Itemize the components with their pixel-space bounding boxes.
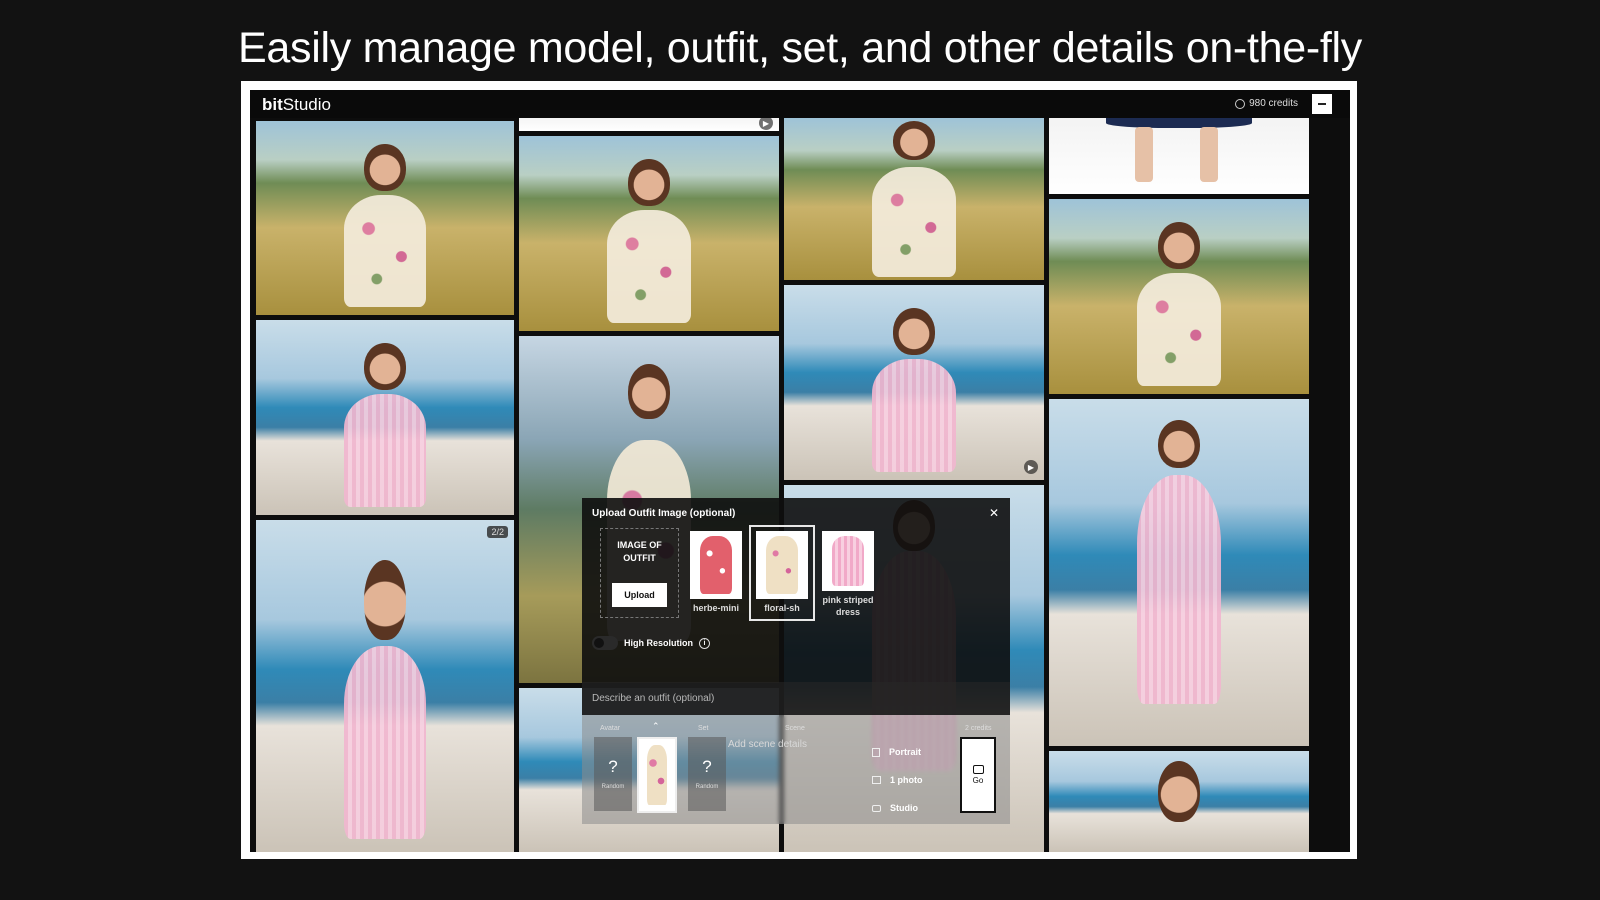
top-bar: bitStudio 980 credits <box>250 90 1350 118</box>
gallery-photo[interactable] <box>784 118 1044 280</box>
variant-badge: 2/2 <box>487 526 508 538</box>
orientation-option[interactable]: Portrait <box>872 747 921 757</box>
set-header: Set <box>698 725 709 732</box>
scene-details-input[interactable] <box>728 737 858 751</box>
skirt-shape <box>1106 118 1252 129</box>
outfit-thumb-image <box>822 531 874 591</box>
gallery-photo[interactable] <box>1049 199 1309 394</box>
outfit-thumb-label: herbe-mini <box>692 603 739 613</box>
model-head <box>364 559 406 640</box>
model-head <box>364 144 406 191</box>
model-head <box>364 343 406 391</box>
image-icon <box>872 776 881 784</box>
dress-shape <box>607 210 691 324</box>
high-resolution-label: High Resolution <box>624 638 693 648</box>
upload-panel-title: Upload Outfit Image (optional) <box>592 508 736 519</box>
camera-icon <box>872 804 881 812</box>
gallery-photo[interactable]: ▶ <box>784 285 1044 480</box>
model-head <box>893 308 935 356</box>
question-icon: ? <box>702 757 712 776</box>
style-option[interactable]: Studio <box>872 803 918 813</box>
gallery-photo[interactable] <box>256 320 514 515</box>
app-window: bitStudio 980 credits 2/2 ▶ ▶ Upload Out… <box>250 90 1350 852</box>
gallery-photo[interactable] <box>1049 751 1309 852</box>
outfit-thumb[interactable]: pink striped dress <box>815 525 881 621</box>
info-icon[interactable]: i <box>699 637 710 649</box>
dress-shape <box>343 394 427 508</box>
generation-composer: Avatar ⌃ Set Scene 2 credits ? Random ? … <box>582 715 1010 824</box>
high-resolution-row: High Resolution i <box>592 636 710 650</box>
cost-label: 2 credits <box>965 725 992 732</box>
portrait-icon <box>872 747 880 757</box>
play-icon[interactable]: ▶ <box>759 118 773 130</box>
credits-label: 980 credits <box>1249 98 1298 109</box>
model-head <box>1158 419 1200 469</box>
photo-count-label: 1 photo <box>890 775 923 785</box>
go-label: Go <box>972 776 984 785</box>
outfit-thumb-image <box>756 531 808 599</box>
dress-shape <box>832 536 864 586</box>
minus-icon <box>1318 103 1326 105</box>
outfit-thumb-selected[interactable]: floral-sh <box>749 525 815 621</box>
model-head <box>1158 222 1200 270</box>
orientation-label: Portrait <box>889 747 922 757</box>
outfit-slot-selected[interactable] <box>637 737 677 813</box>
gallery-photo[interactable] <box>1049 118 1309 194</box>
leg-shape <box>1199 126 1218 182</box>
coin-icon <box>1235 98 1246 109</box>
logo-bold: bit <box>262 95 283 114</box>
dress-shape <box>872 166 956 277</box>
random-label: Random <box>601 784 625 790</box>
play-icon[interactable]: ▶ <box>1024 460 1038 474</box>
dress-shape <box>766 536 798 594</box>
scene-header: Scene <box>785 725 805 732</box>
style-label: Studio <box>890 803 918 813</box>
close-icon[interactable]: ✕ <box>986 505 1002 521</box>
model-head <box>1158 761 1200 822</box>
gallery-photo[interactable] <box>519 136 779 331</box>
upload-button[interactable]: Upload <box>612 583 667 607</box>
dress-shape <box>872 359 956 473</box>
gallery-photo[interactable] <box>256 121 514 315</box>
dress-shape <box>1137 475 1221 705</box>
random-label: Random <box>695 784 719 790</box>
dress-shape <box>1137 273 1221 387</box>
headline: Easily manage model, outfit, set, and ot… <box>238 24 1362 72</box>
gallery-photo[interactable]: 2/2 <box>256 520 514 852</box>
outfit-description-input[interactable] <box>582 682 1010 715</box>
gallery-photo[interactable]: ▶ <box>519 118 779 131</box>
go-button[interactable]: Go <box>960 737 996 813</box>
dress-shape <box>700 536 732 594</box>
chevron-up-icon[interactable]: ⌃ <box>652 721 660 732</box>
photo-count-option[interactable]: 1 photo <box>872 775 923 785</box>
avatar-header: Avatar <box>600 725 621 732</box>
outfit-thumb[interactable]: herbe-mini <box>683 525 749 621</box>
model-head <box>628 159 670 207</box>
dress-shape <box>343 194 427 308</box>
dropzone-label: IMAGE OF OUTFIT <box>617 540 662 563</box>
dress-shape <box>343 646 427 839</box>
logo-text: Studio <box>282 95 331 114</box>
outfit-thumb-label: pink striped dress <box>822 595 874 616</box>
leg-shape <box>1134 126 1153 182</box>
avatar-random-slot[interactable]: ? Random <box>594 737 632 811</box>
set-random-slot[interactable]: ? Random <box>688 737 726 811</box>
camera-icon <box>972 765 984 774</box>
outfit-thumb-image <box>690 531 742 599</box>
question-icon: ? <box>608 757 618 776</box>
gallery-photo[interactable] <box>1049 399 1309 746</box>
model-head <box>893 121 935 161</box>
menu-button[interactable] <box>1312 94 1332 114</box>
model-head <box>628 363 670 420</box>
credits-display[interactable]: 980 credits <box>1235 98 1298 109</box>
high-resolution-toggle[interactable] <box>592 636 618 650</box>
outfit-dropzone[interactable]: IMAGE OF OUTFIT Upload <box>600 528 679 618</box>
outfit-thumb-label: floral-sh <box>764 603 800 613</box>
dress-shape <box>647 745 667 805</box>
logo[interactable]: bitStudio <box>262 95 331 115</box>
